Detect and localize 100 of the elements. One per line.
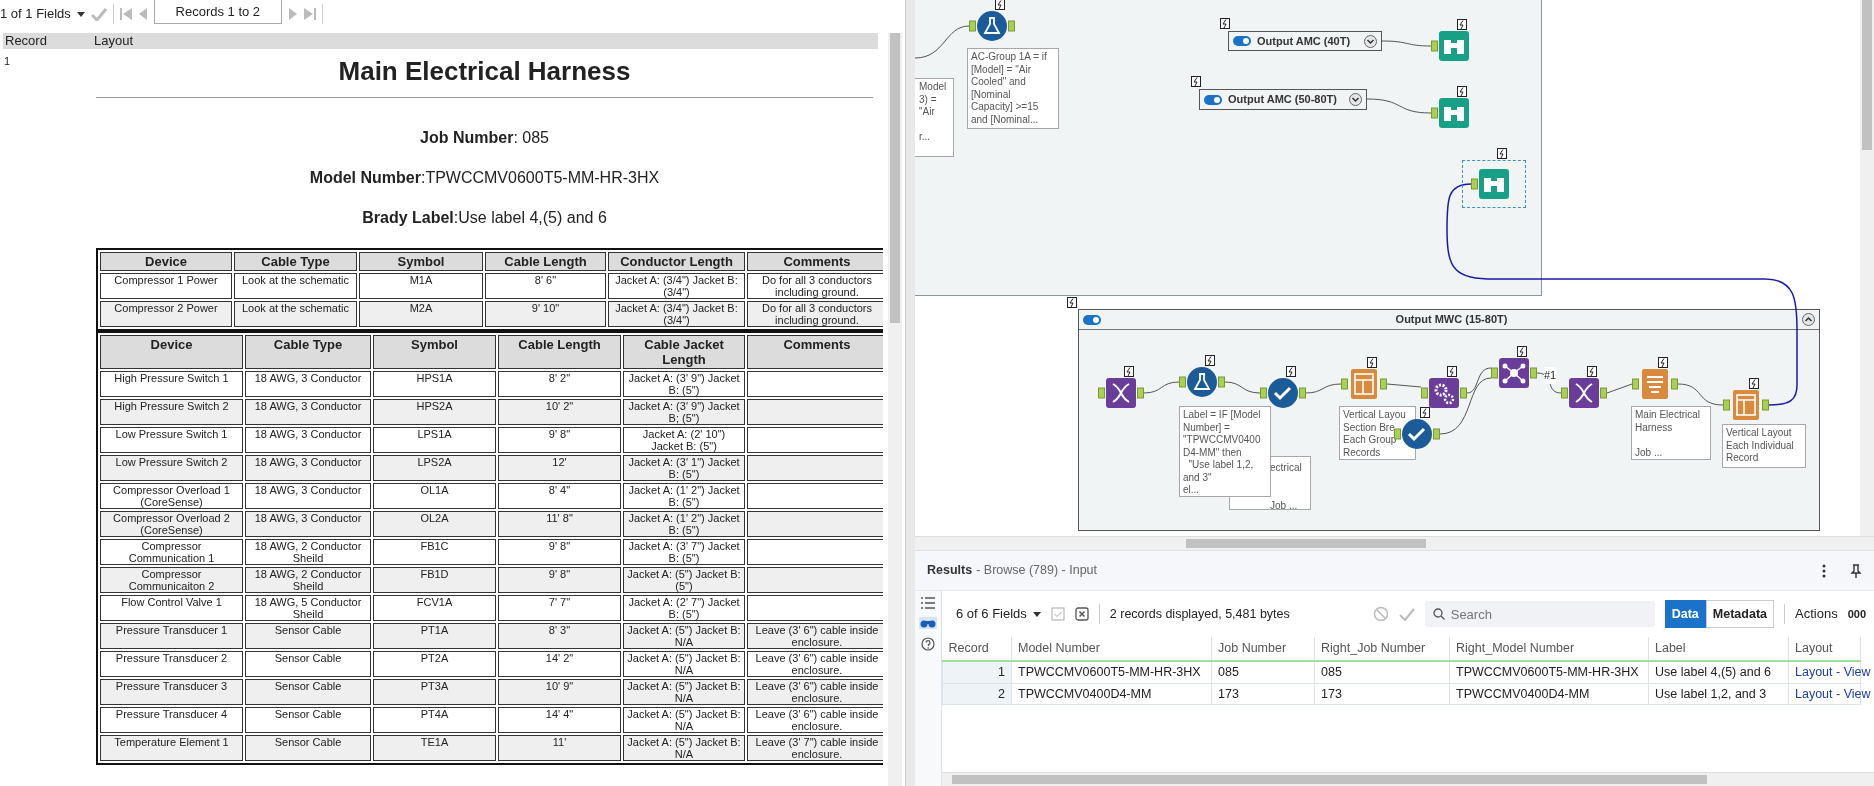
- table-cell: Leave (3' 7") cable inside enclosure.: [747, 735, 883, 761]
- table-cell: PT4A: [373, 707, 496, 733]
- column-header: Device: [100, 252, 232, 271]
- table-cell: 085: [1211, 660, 1315, 683]
- column-header: Symbol: [373, 335, 496, 369]
- table-cell: 18 AWG, 3 Conductor: [245, 511, 371, 537]
- records-field[interactable]: Records 1 to 2: [153, 0, 282, 24]
- layout-link[interactable]: Layout - View: [1795, 664, 1871, 679]
- column-header: Symbol: [359, 252, 483, 271]
- table-cell: PT3A: [373, 679, 496, 705]
- actions-button[interactable]: Actions: [1795, 604, 1838, 624]
- table-cell: 18 AWG, 3 Conductor: [245, 455, 371, 481]
- table-cell: Jacket A: (2' 7") Jacket B: (5"): [623, 595, 745, 621]
- table-cell: Sensor Cable: [245, 623, 371, 649]
- table-cell: High Pressure Switch 2: [100, 399, 243, 425]
- more-button[interactable]: 000: [1847, 605, 1866, 623]
- table-cell: FCV1A: [373, 595, 496, 621]
- panel-title: Results: [927, 562, 973, 580]
- layout-link[interactable]: Layout - View: [1795, 686, 1871, 701]
- table-cell: 12': [498, 455, 621, 481]
- fields-dropdown[interactable]: 6 of 6 Fields: [956, 604, 1041, 624]
- table-cell: 18 AWG, 2 Conductor Sheild: [245, 539, 371, 565]
- column-header: Layout: [1788, 637, 1861, 661]
- table-cell: 9' 8": [498, 427, 621, 453]
- column-header: Record: [4, 33, 48, 49]
- table-cell: Leave (3' 6") cable inside enclosure.: [747, 651, 883, 677]
- table-cell: 9' 8": [498, 567, 621, 593]
- table-cell: Compressor Overload 2 (CoreSense): [100, 511, 243, 537]
- table-cell: 10' 2": [498, 399, 621, 425]
- column-header: Layout: [93, 33, 135, 49]
- table-cell: Flow Control Valve 1: [100, 595, 243, 621]
- annotation-text: Model 3) = "Air r...: [915, 78, 954, 157]
- table-cell: 173: [1314, 683, 1450, 705]
- table-cell: Jacket A: (5") Jacket B: (5"): [623, 567, 745, 593]
- column-header: Right_Model Number: [1449, 637, 1649, 661]
- table-cell: Pressure Transducer 1: [100, 623, 243, 649]
- table-cell: OL2A: [373, 511, 496, 537]
- table-cell: Compressor 1 Power: [100, 273, 232, 299]
- column-header: Right_Job Number: [1314, 637, 1450, 661]
- table-cell: 8' 2": [498, 371, 621, 397]
- table-cell: TPWCCMV0400D4-MM: [1011, 683, 1212, 705]
- annotation-text: Label = IF [Model Number] = "TPWCCMV0400 D4-MM" then "Use label 1,2, and 3" el...: [1179, 406, 1271, 497]
- table-cell: Jacket A: (3' 9") Jacket B: (5"): [623, 371, 745, 397]
- table-cell: Pressure Transducer 4: [100, 707, 243, 733]
- view-tab[interactable]: Metadata: [1705, 599, 1774, 629]
- table-cell: 18 AWG, 3 Conductor: [245, 427, 371, 453]
- table-cell: Jacket A: (2' 10") Jacket B: (5"): [623, 427, 745, 453]
- table-cell: 11' 8": [498, 511, 621, 537]
- table-cell: Do for all 3 conductors including ground.: [747, 301, 883, 327]
- info-line: Job Number: 085: [419, 128, 550, 148]
- record-summary: 2 records displayed, 5,481 bytes: [1109, 605, 1290, 623]
- table-cell: Compressor Communicaiton 2: [100, 567, 243, 593]
- table-cell: 18 AWG, 5 Conductor Sheild: [245, 595, 371, 621]
- table-cell: Jacket A: (3' 9") Jacket B; (5"): [623, 399, 745, 425]
- table-cell: Jacket A: (3/4") Jacket B: (3/4"): [608, 273, 745, 299]
- column-header: Job Number: [1211, 637, 1315, 661]
- table-cell: 9' 10": [485, 301, 606, 327]
- table-cell: Leave (3' 6") cable inside enclosure.: [747, 707, 883, 733]
- view-tab[interactable]: Data: [1664, 599, 1706, 629]
- table-cell: HPS2A: [373, 399, 496, 425]
- table-cell: PT2A: [373, 651, 496, 677]
- table-cell: 18 AWG, 3 Conductor: [245, 483, 371, 509]
- table-cell: Sensor Cable: [245, 651, 371, 677]
- table-cell: M2A: [359, 301, 483, 327]
- table-cell: Sensor Cable: [245, 707, 371, 733]
- table-cell: 085: [1314, 660, 1450, 683]
- column-header: Conductor Length: [608, 252, 745, 271]
- table-cell: 11': [498, 735, 621, 761]
- table-cell: FB1C: [373, 539, 496, 565]
- table-cell: TPWCCMV0600T5-MM-HR-3HX: [1011, 660, 1212, 683]
- table-cell: 18 AWG, 2 Conductor Sheild: [245, 567, 371, 593]
- table-cell: 18 AWG, 3 Conductor: [245, 371, 371, 397]
- table-cell: Temperature Element 1: [100, 735, 243, 761]
- table-cell: 8' 3": [498, 623, 621, 649]
- table-cell: Compressor Communication 1: [100, 539, 243, 565]
- annotation-text: Main Electrical Harness Job ...: [1631, 406, 1711, 460]
- table-cell: Sensor Cable: [245, 735, 371, 761]
- fields-dropdown[interactable]: 1 of 1 Fields: [0, 4, 85, 24]
- table-cell: Jacket A: (5") Jacket B: N/A: [623, 735, 745, 761]
- table-cell: Compressor Overload 1 (CoreSense): [100, 483, 243, 509]
- table-cell: Do for all 3 conductors including ground.: [747, 273, 883, 299]
- table-cell: Low Pressure Switch 2: [100, 455, 243, 481]
- table-cell: 14' 4": [498, 707, 621, 733]
- table-cell: Jacket A: (5") Jacket B: N/A: [623, 679, 745, 705]
- table-cell: 8' 6": [485, 273, 606, 299]
- table-cell: 173: [1211, 683, 1315, 705]
- table-cell: Pressure Transducer 3: [100, 679, 243, 705]
- annotation-text: Vertical Layout Each Individual Record: [1722, 424, 1806, 468]
- table-cell: High Pressure Switch 1: [100, 371, 243, 397]
- search-field[interactable]: Search: [1424, 601, 1655, 627]
- table-cell: Jacket A: (5") Jacket B: N/A: [623, 707, 745, 733]
- table-cell: Jacket A: (1' 2") Jacket B: (5"): [623, 511, 745, 537]
- table-cell: Jacket A: (3' 1") Jacket B: (5"): [623, 455, 745, 481]
- column-header: Record: [942, 637, 1012, 661]
- table-cell: Jacket A: (3' 7") Jacket B: (5"): [623, 539, 745, 565]
- column-header: Label: [1648, 637, 1789, 661]
- info-line: Model Number:TPWCCMV0600T5-MM-HR-3HX: [308, 168, 661, 188]
- table-cell: PT1A: [373, 623, 496, 649]
- table-cell: Sensor Cable: [245, 679, 371, 705]
- table-cell: Use label 4,(5) and 6: [1648, 660, 1789, 683]
